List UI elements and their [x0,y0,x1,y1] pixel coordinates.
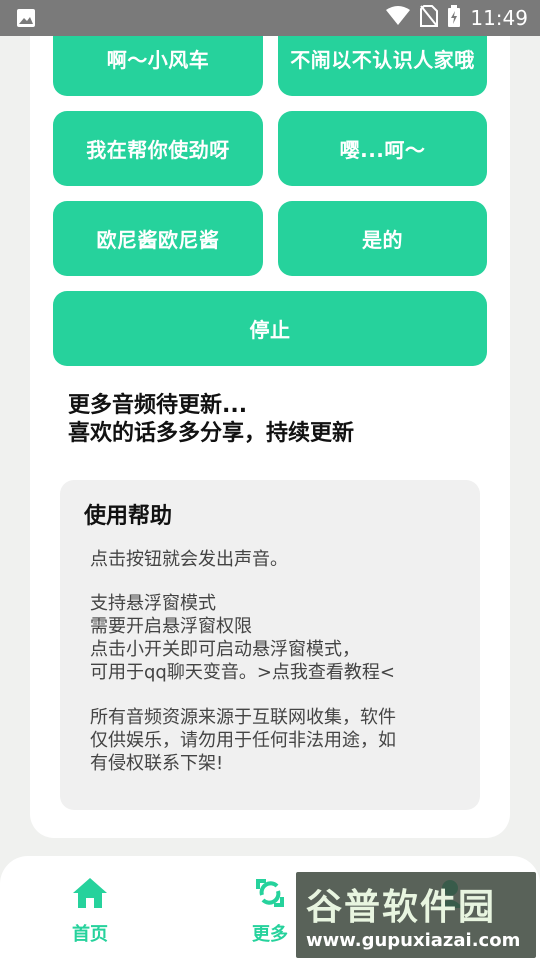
watermark-url: www.gupuxiazai.com [306,930,521,951]
nav-home-label: 首页 [72,924,108,945]
home-icon [71,874,109,912]
nav-home[interactable]: 首页 [40,856,140,960]
notice-line: 喜欢的话多多分享，持续更新 [68,421,355,446]
sound-button[interactable]: 是的 [278,201,487,276]
refresh-icon [251,874,289,912]
sound-button[interactable]: 欧尼酱欧尼酱 [53,201,263,276]
update-notice: 更多音频待更新... 喜欢的话多多分享，持续更新 [68,392,354,448]
image-icon [16,8,36,32]
battery-icon [448,5,461,31]
no-sim-icon [420,5,439,31]
notice-line: 更多音频待更新... [68,393,248,418]
nav-more-label: 更多 [252,924,288,945]
wifi-icon [386,6,411,30]
watermark-logo: 谷普软件园 www.gupuxiazai.com [296,872,536,958]
status-time: 11:49 [470,6,528,30]
sound-button[interactable]: 嘤...呵～ [278,111,487,186]
help-disclaimer: 所有音频资源来源于互联网收集，软件 仅供娱乐，请勿用于任何非法用途，如 有侵权联… [90,707,396,774]
help-panel: 使用帮助 点击按钮就会发出声音。 支持悬浮窗模式 需要开启悬浮窗权限 点击小开关… [60,480,480,810]
help-title: 使用帮助 [84,504,173,529]
watermark-brand: 谷普软件园 [306,887,497,928]
stop-button[interactable]: 停止 [53,291,487,366]
sound-button[interactable]: 我在帮你使劲呀 [53,111,263,186]
help-paragraph: 点击按钮就会发出声音。 [90,549,288,570]
help-tutorial-text[interactable]: 支持悬浮窗模式 需要开启悬浮窗权限 点击小开关即可启动悬浮窗模式， 可用于qq聊… [90,592,395,684]
status-bar: 11:49 [0,0,540,36]
